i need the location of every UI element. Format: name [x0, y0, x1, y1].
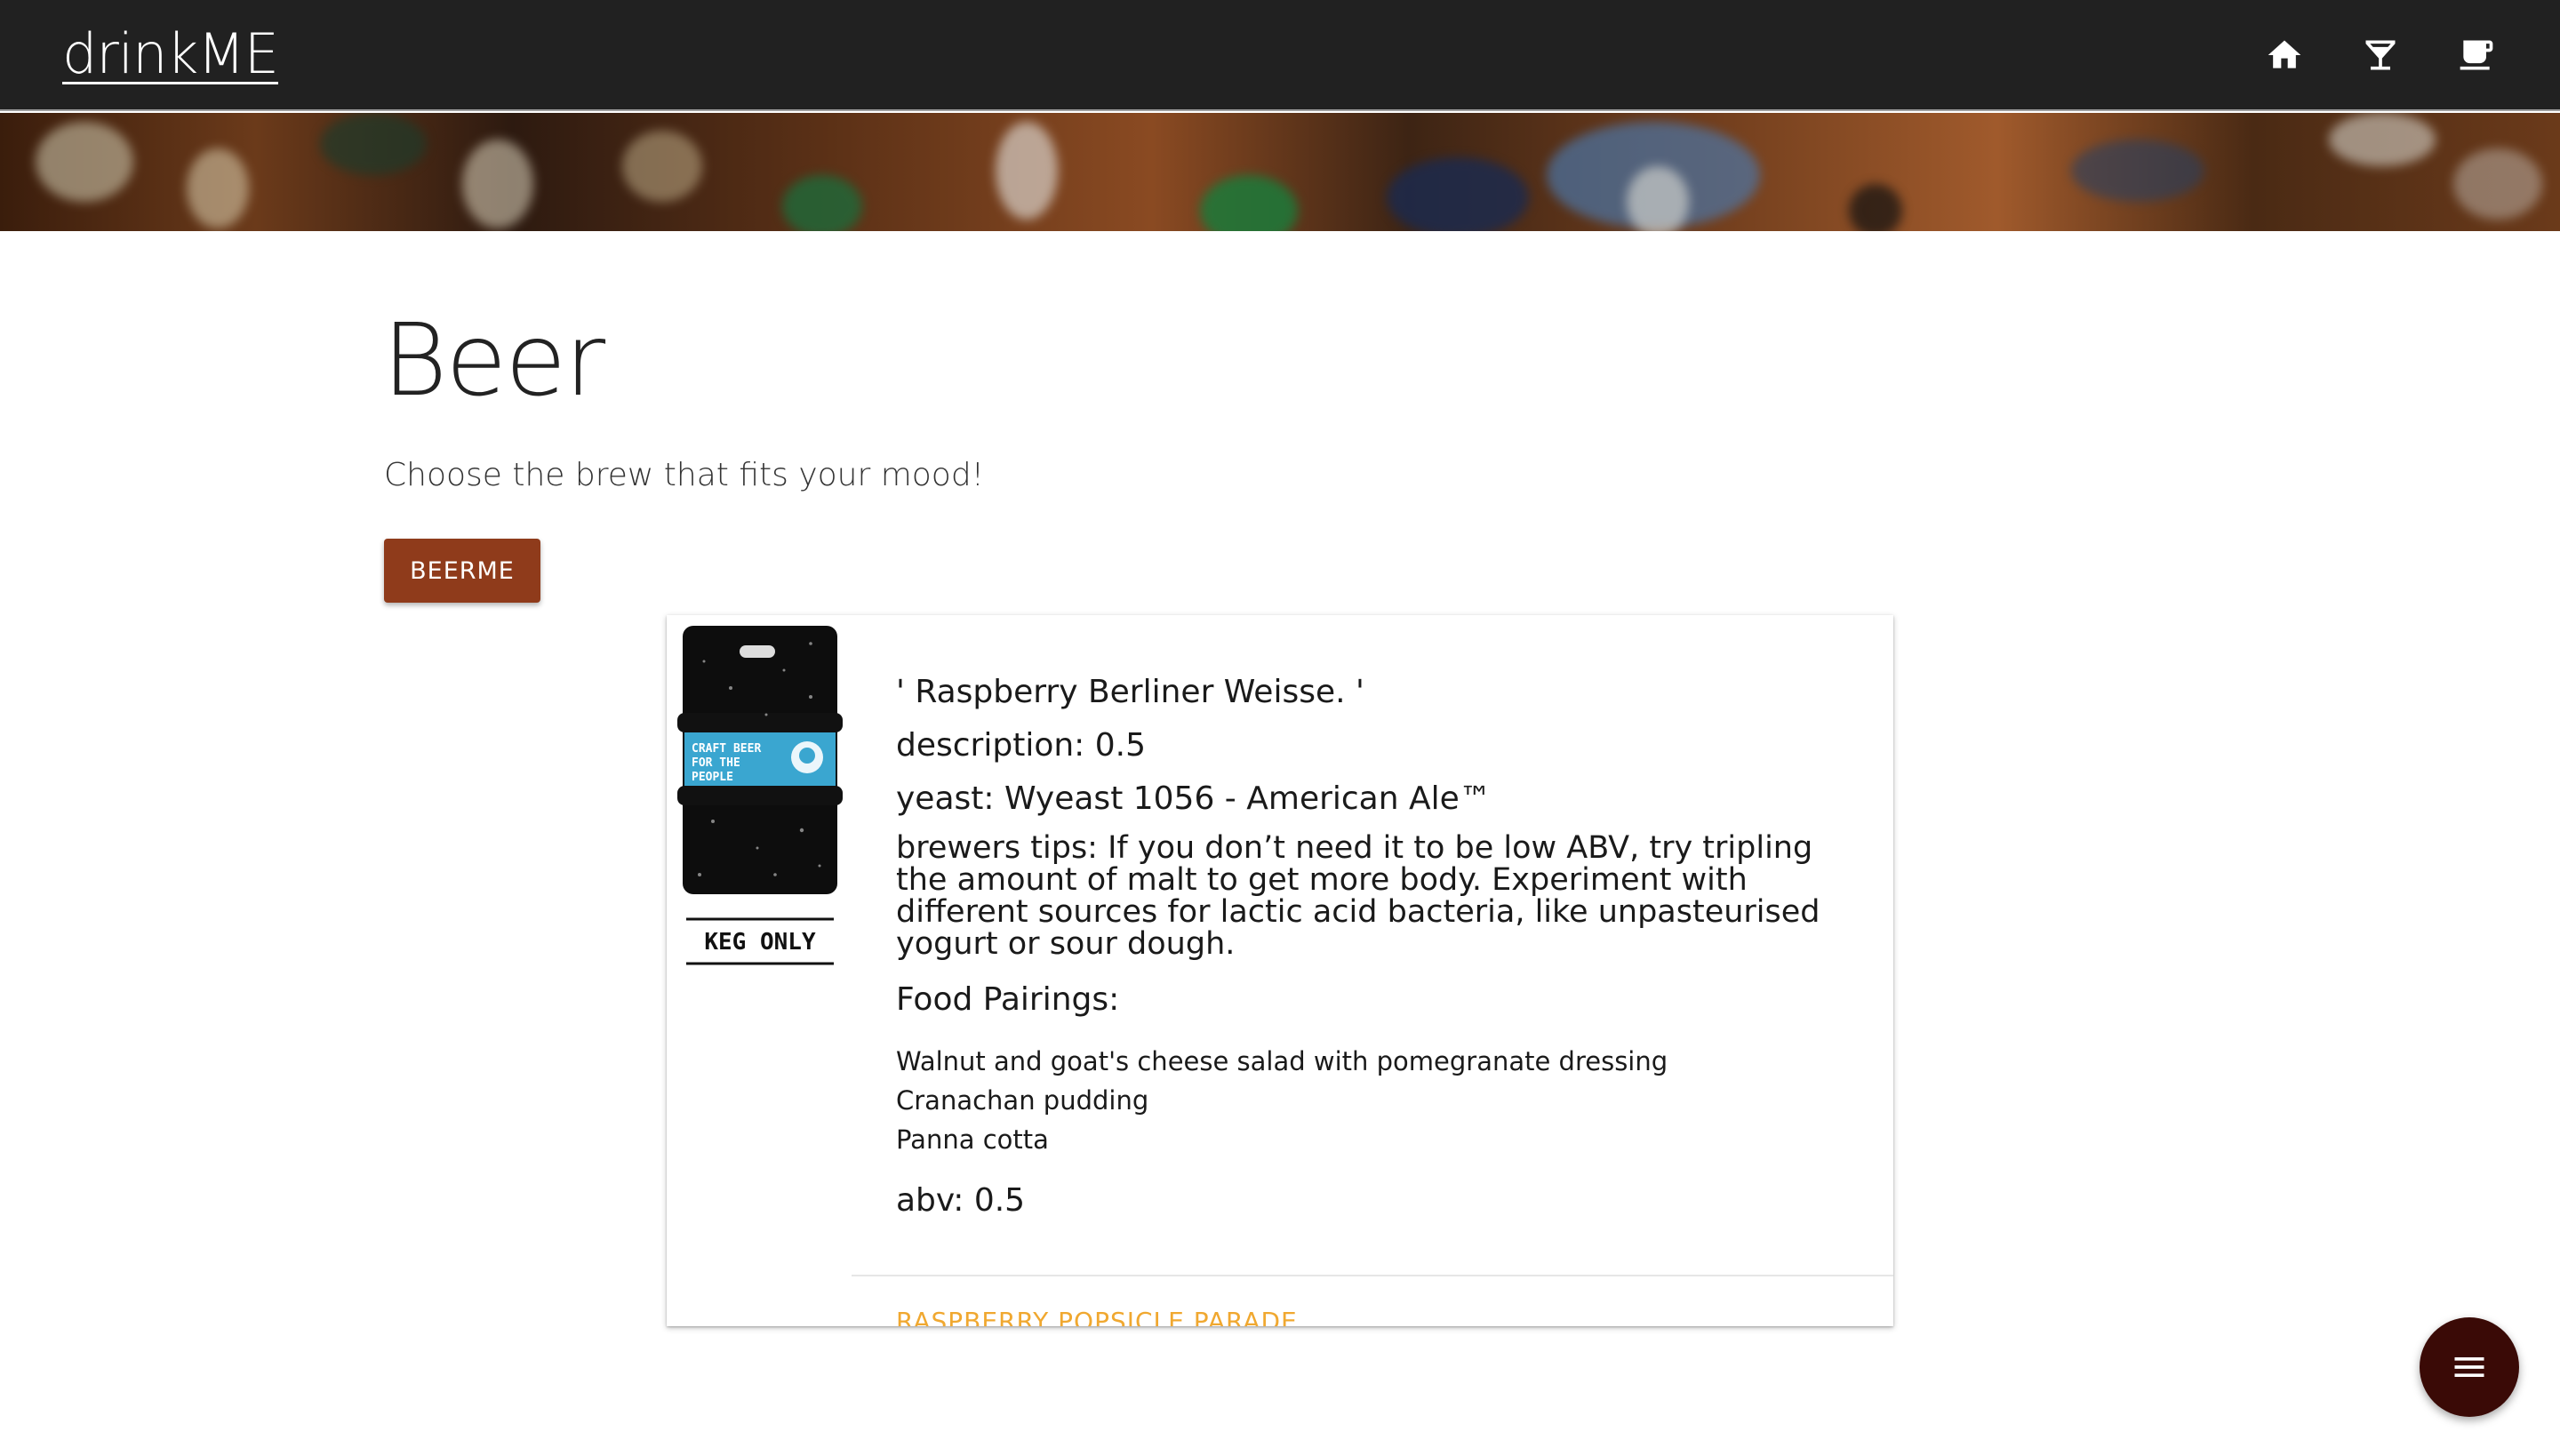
menu-icon	[2454, 1357, 2484, 1377]
svg-text:CRAFT BEER: CRAFT BEER	[692, 742, 761, 756]
home-icon[interactable]	[2265, 36, 2304, 75]
next-beer-link[interactable]: RASPBERRY POPSICLE PARADE	[896, 1307, 1298, 1326]
keg-image: CRAFT BEER FOR THE PEOPLE KEG ONLY	[677, 626, 843, 965]
food-pairings-title: Food Pairings:	[896, 981, 1120, 1018]
cocktail-icon[interactable]	[2361, 36, 2400, 75]
page-subtitle: Choose the brew that fits your mood!	[384, 457, 985, 493]
svg-text:PEOPLE: PEOPLE	[692, 771, 733, 784]
brand-logo-link[interactable]: drinkME	[62, 21, 279, 86]
svg-text:FOR THE: FOR THE	[692, 756, 740, 770]
beer-name: ' Raspberry Berliner Weisse. '	[896, 674, 1364, 710]
page-title: Beer	[382, 303, 605, 419]
top-navbar: drinkME	[0, 0, 2560, 111]
beer-card: CRAFT BEER FOR THE PEOPLE KEG ONLY ' Ras…	[667, 615, 1893, 1326]
food-pairing-item: Cranachan pudding	[896, 1085, 1149, 1116]
svg-text:KEG ONLY: KEG ONLY	[704, 929, 816, 956]
card-divider	[852, 1275, 1893, 1276]
food-pairing-item: Walnut and goat's cheese salad with pome…	[896, 1046, 1668, 1076]
beer-description: description: 0.5	[896, 727, 1146, 764]
menu-fab-button[interactable]	[2420, 1317, 2519, 1417]
brewers-tips: brewers tips: If you don’t need it to be…	[896, 830, 1820, 962]
food-pairing-item: Panna cotta	[896, 1124, 1049, 1155]
beer-yeast: yeast: Wyeast 1056 - American Ale™	[896, 780, 1492, 817]
coffee-cup-icon[interactable]	[2457, 36, 2496, 75]
beerme-button[interactable]: BEERME	[384, 539, 540, 603]
bar-banner-image	[0, 113, 2560, 231]
beer-abv: abv: 0.5	[896, 1182, 1026, 1219]
food-pairings-list: Walnut and goat's cheese salad with pome…	[896, 1042, 1668, 1159]
